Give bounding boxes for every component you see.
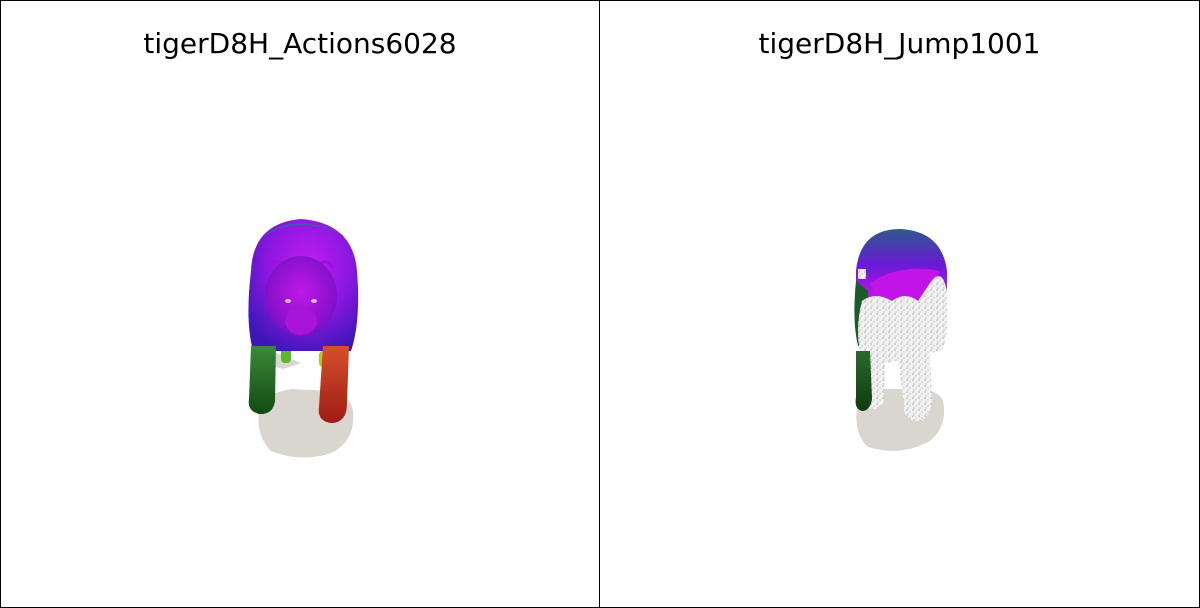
tiger-right-leg — [318, 346, 349, 423]
right-tiger-render — [854, 229, 948, 451]
left-panel: tigerD8H_Actions6028 — [0, 0, 600, 608]
right-panel: tigerD8H_Jump1001 — [599, 0, 1200, 608]
left-tiger-render — [248, 219, 359, 458]
tiger-left-leg — [248, 346, 276, 415]
comparison-view: tigerD8H_Actions6028 tigerD8H_Jump1001 — [0, 0, 1200, 608]
tiger-left-leg — [855, 351, 872, 411]
